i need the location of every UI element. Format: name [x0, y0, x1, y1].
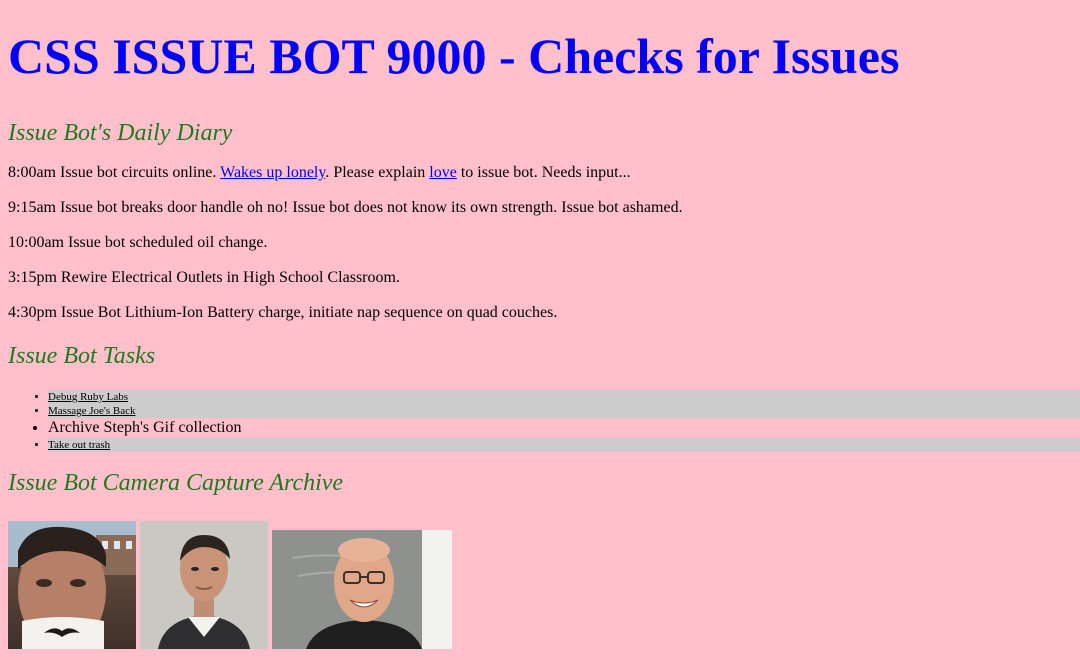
camera-heading: Issue Bot Camera Capture Archive [8, 470, 344, 496]
task-link-take-out-trash[interactable]: Take out trash [48, 439, 110, 451]
wakes-up-lonely-link[interactable]: Wakes up lonely [220, 164, 325, 181]
page-content: CSS ISSUE BOT 9000 - Checks for Issues I… [0, 0, 1080, 649]
task-item: Massage Joe's Back [48, 404, 1080, 418]
diary-entry: 9:15am Issue bot breaks door handle oh n… [8, 199, 683, 216]
diary-heading: Issue Bot's Daily Diary [8, 120, 233, 146]
love-link[interactable]: love [429, 164, 457, 181]
tasks-heading: Issue Bot Tasks [8, 343, 156, 369]
task-link-massage-joes-back[interactable]: Massage Joe's Back [48, 405, 136, 417]
diary-entry-text: 8:00am Issue bot circuits online. [8, 164, 221, 181]
diary-entry: 4:30pm Issue Bot Lithium-Ion Battery cha… [8, 304, 558, 321]
diary-entry-text: to issue bot. Needs input... [456, 164, 631, 181]
task-item: Debug Ruby Labs [48, 390, 1080, 404]
diary-entry: 8:00am Issue bot circuits online. Wakes … [8, 164, 1072, 182]
diary-entry: 3:15pm Rewire Electrical Outlets in High… [8, 269, 400, 286]
task-item: Take out trash [48, 438, 1080, 452]
task-link-debug-ruby-labs[interactable]: Debug Ruby Labs [48, 391, 128, 403]
photo-mustache-mug [8, 521, 136, 649]
page-title: CSS ISSUE BOT 9000 - Checks for Issues [8, 28, 900, 84]
photo-bald-man-glasses [272, 530, 452, 649]
task-item: Archive Steph's Gif collection [48, 418, 1072, 438]
diary-entry-text: . Please explain [325, 164, 430, 181]
task-list: Debug Ruby Labs Massage Joe's Back Archi… [8, 390, 1080, 452]
photo-gallery [8, 521, 1072, 649]
photo-man-sweater [140, 521, 268, 649]
diary-entry: 10:00am Issue bot scheduled oil change. [8, 234, 268, 251]
